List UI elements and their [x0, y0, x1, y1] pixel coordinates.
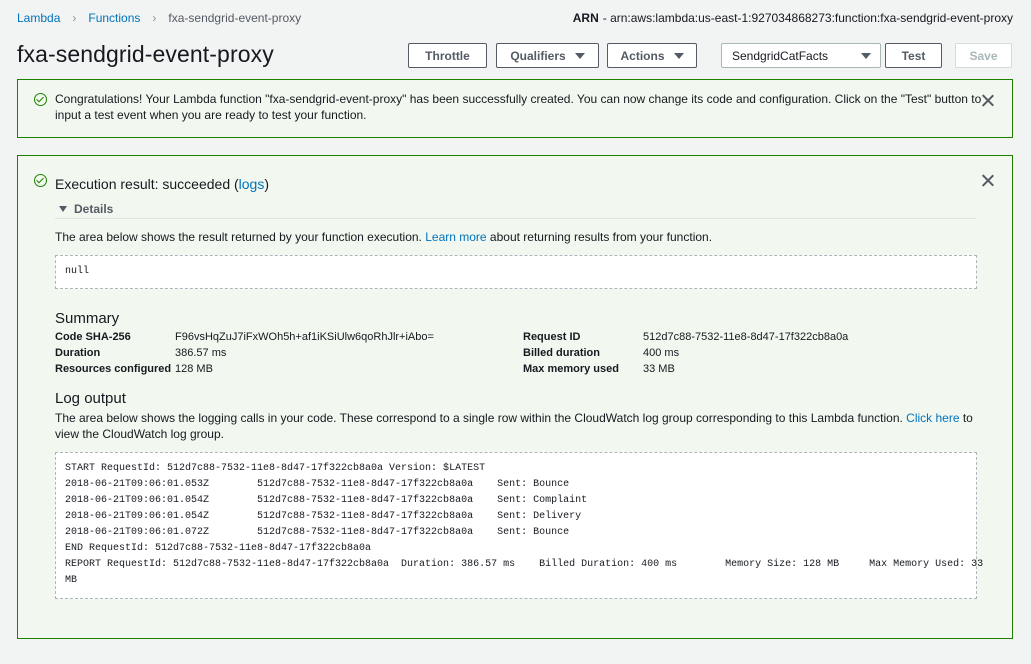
breadcrumb: Lambda › Functions › fxa-sendgrid-event-…: [17, 11, 301, 25]
divider: [55, 218, 976, 219]
summary-value-code-sha: F96vsHqZuJ7iFxWOh5h+af1iKSiUlw6qoRhJlr+i…: [175, 331, 434, 343]
result-intro-text: The area below shows the result returned…: [55, 230, 426, 244]
summary-value-resources: 128 MB: [175, 363, 213, 375]
log-line: 2018-06-21T09:06:01.054Z 512d7c88-7532-1…: [65, 511, 582, 522]
throttle-button[interactable]: Throttle: [408, 43, 487, 68]
check-circle-icon: [34, 93, 47, 106]
page-title: fxa-sendgrid-event-proxy: [17, 41, 274, 67]
arn-label: ARN: [572, 11, 599, 25]
logs-link[interactable]: logs: [239, 176, 265, 192]
close-icon[interactable]: [981, 174, 994, 187]
chevron-right-icon: ›: [152, 11, 157, 25]
caret-down-icon: [673, 52, 684, 59]
top-bar: Lambda › Functions › fxa-sendgrid-event-…: [0, 0, 1031, 38]
qualifiers-button[interactable]: Qualifiers: [496, 43, 599, 68]
summary-value-billed-duration: 400 ms: [643, 347, 680, 359]
log-output-intro: The area below shows the logging calls i…: [55, 410, 977, 442]
test-event-selected: SendgridCatFacts: [732, 48, 829, 63]
result-intro: The area below shows the result returned…: [55, 229, 985, 245]
success-banner: Congratulations! Your Lambda function "f…: [17, 79, 1013, 138]
test-event-select[interactable]: SendgridCatFacts: [721, 43, 881, 68]
execution-result-paren: ): [264, 176, 270, 192]
execution-result-title: Execution result: succeeded (logs): [55, 176, 269, 192]
summary-value-max-memory: 33 MB: [643, 363, 675, 375]
throttle-button-label: Throttle: [425, 48, 470, 63]
summary-label-max-memory: Max memory used: [523, 363, 619, 375]
caret-down-icon: [861, 53, 871, 59]
success-message: Congratulations! Your Lambda function "f…: [55, 92, 982, 122]
check-circle-icon: [34, 174, 47, 187]
details-toggle[interactable]: Details: [59, 202, 113, 216]
log-line: 2018-06-21T09:06:01.054Z 512d7c88-7532-1…: [65, 495, 588, 506]
actions-button-label: Actions: [620, 48, 665, 63]
log-line: 2018-06-21T09:06:01.072Z 512d7c88-7532-1…: [65, 527, 570, 538]
save-button-label: Save: [969, 48, 998, 63]
summary-label-request-id: Request ID: [523, 331, 581, 343]
log-intro-text: The area below shows the logging calls i…: [55, 411, 907, 425]
result-intro-text-end: about returning results from your functi…: [486, 230, 713, 244]
log-line: START RequestId: 512d7c88-7532-11e8-8d47…: [65, 463, 486, 474]
test-button-label: Test: [901, 48, 926, 63]
result-output-box: null: [55, 255, 977, 289]
log-line: MB: [65, 575, 78, 586]
triangle-down-icon: [59, 206, 67, 212]
log-line: REPORT RequestId: 512d7c88-7532-11e8-8d4…: [65, 559, 984, 570]
summary-value-request-id: 512d7c88-7532-11e8-8d47-17f322cb8a0a: [643, 331, 849, 343]
caret-down-icon: [574, 52, 585, 59]
qualifiers-button-label: Qualifiers: [510, 48, 566, 63]
execution-result-panel: Execution result: succeeded (logs) Detai…: [17, 155, 1013, 639]
arn-value: - arn:aws:lambda:us-east-1:927034868273:…: [602, 11, 1013, 25]
log-line: 2018-06-21T09:06:01.053Z 512d7c88-7532-1…: [65, 479, 570, 490]
log-line: END RequestId: 512d7c88-7532-11e8-8d47-1…: [65, 543, 372, 554]
summary-label-code-sha: Code SHA-256: [55, 331, 131, 343]
summary-label-duration: Duration: [55, 347, 101, 359]
breadcrumb-functions[interactable]: Functions: [88, 11, 140, 25]
function-arn: ARN - arn:aws:lambda:us-east-1:9270348682…: [573, 11, 1013, 25]
result-value: null: [65, 266, 90, 277]
learn-more-link[interactable]: Learn more: [425, 230, 486, 244]
test-button[interactable]: Test: [885, 43, 942, 68]
summary-label-billed-duration: Billed duration: [523, 347, 600, 359]
execution-result-status: Execution result: succeeded (: [55, 176, 239, 192]
close-icon[interactable]: [981, 94, 994, 107]
chevron-right-icon: ›: [72, 11, 77, 25]
log-output-heading: Log output: [55, 390, 126, 407]
details-label: Details: [74, 202, 114, 216]
click-here-link[interactable]: Click here: [906, 411, 959, 425]
summary-label-resources: Resources configured: [55, 363, 172, 375]
summary-heading: Summary: [55, 310, 120, 327]
breadcrumb-current: fxa-sendgrid-event-proxy: [168, 11, 302, 25]
breadcrumb-lambda[interactable]: Lambda: [17, 11, 60, 25]
summary-value-duration: 386.57 ms: [175, 347, 227, 359]
actions-button[interactable]: Actions: [607, 43, 697, 68]
save-button[interactable]: Save: [955, 43, 1012, 68]
log-output-box: START RequestId: 512d7c88-7532-11e8-8d47…: [55, 452, 983, 599]
